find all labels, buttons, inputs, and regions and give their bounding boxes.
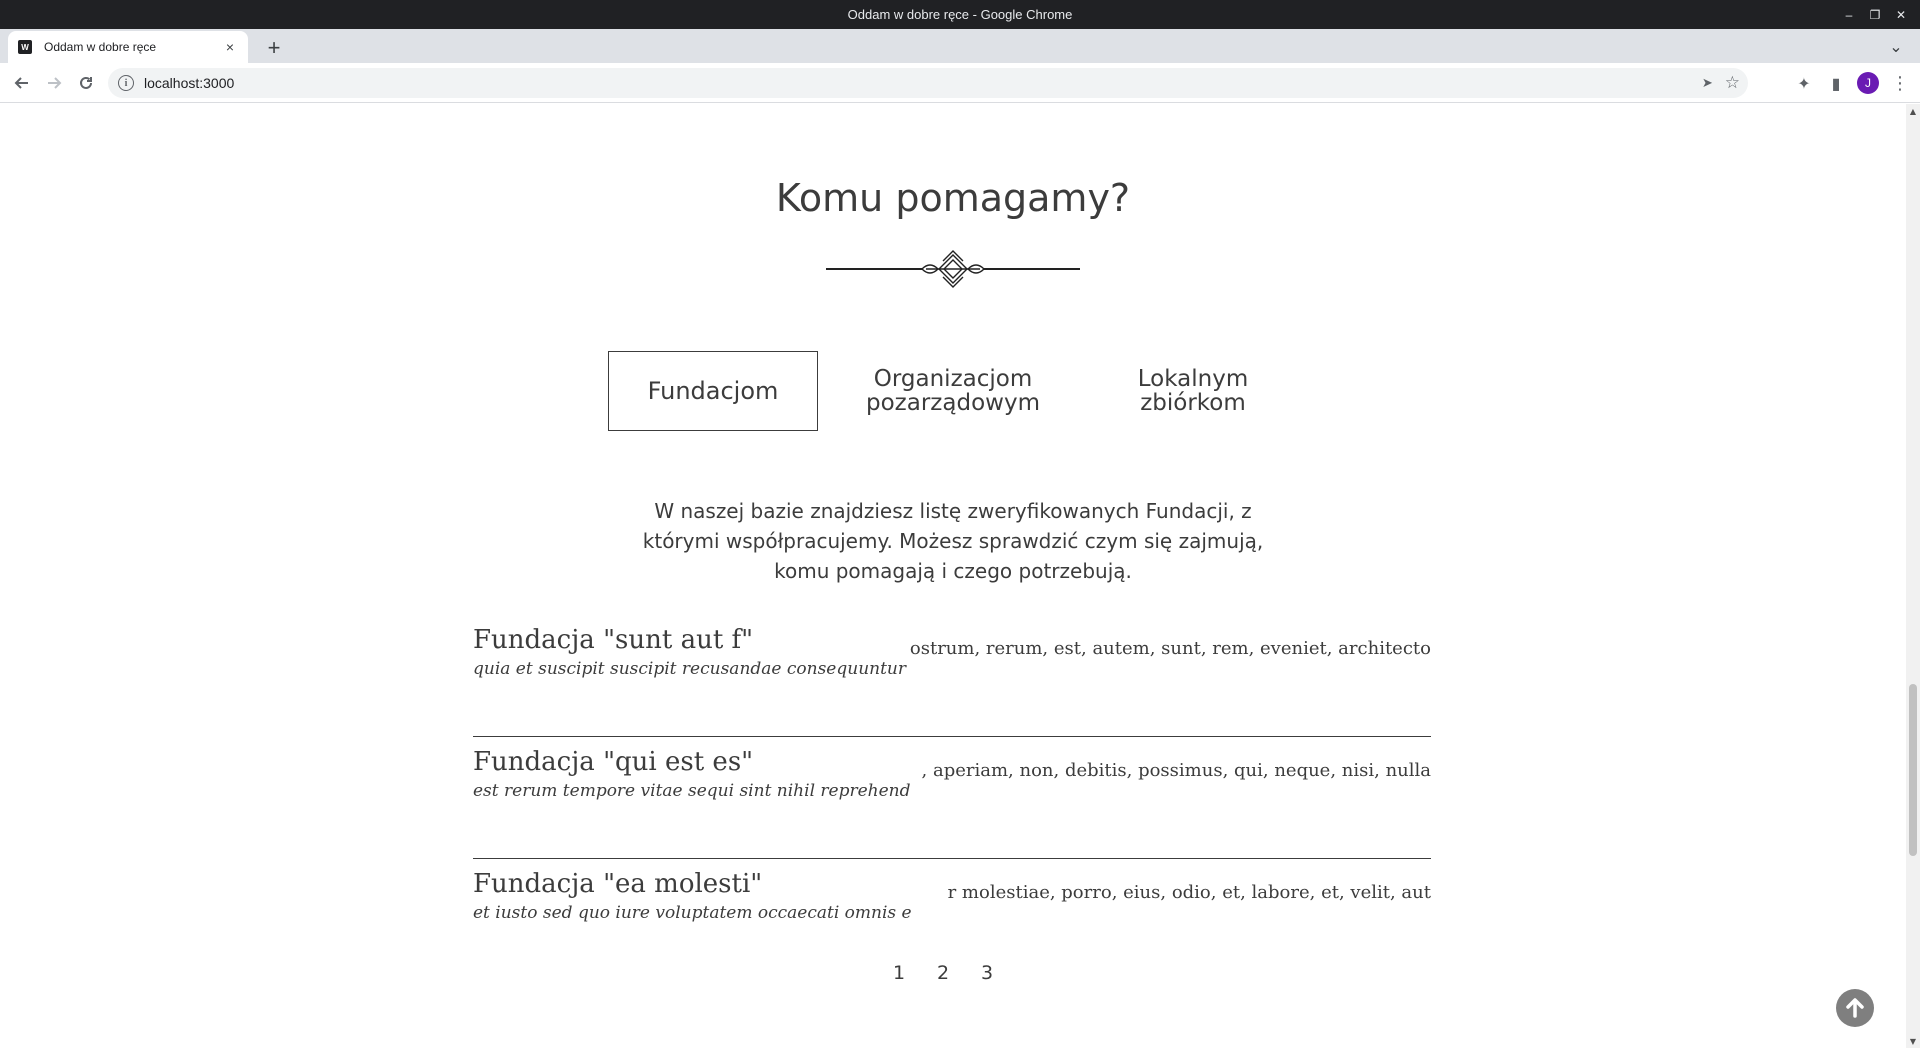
arrow-up-icon [1846,998,1864,1018]
organization-needs: , aperiam, non, debitis, possimus, qui, … [921,760,1431,781]
organization-mission: et iusto sed quo iure voluptatem occaeca… [473,903,912,923]
omnibox-actions: ➤ ☆ [1702,73,1740,93]
tab-close-icon[interactable]: × [222,39,238,55]
bookmark-star-icon[interactable]: ☆ [1725,73,1740,93]
side-panel-icon[interactable]: ▮ [1824,67,1848,99]
pagination: 1 2 3 [890,962,996,984]
organization-mission: est rerum tempore vitae sequi sint nihil… [473,781,911,801]
organization-mission: quia et suscipit suscipit recusandae con… [473,659,906,679]
window-title: Oddam w dobre ręce - Google Chrome [847,7,1073,22]
category-tabs: Fundacjom Organizacjom pozarządowym Loka… [608,351,1328,431]
organization-needs: ostrum, rerum, est, autem, sunt, rem, ev… [909,638,1431,659]
reload-button[interactable] [70,67,102,99]
tab-fundacjom[interactable]: Fundacjom [608,351,818,431]
new-tab-button[interactable]: + [260,34,288,62]
scrollbar-thumb[interactable] [1909,684,1917,856]
list-item: Fundacja "sunt aut f" quia et suscipit s… [473,615,1431,737]
organization-needs: r molestiae, porro, eius, odio, et, labo… [947,882,1431,903]
window-titlebar: Oddam w dobre ręce - Google Chrome – ❐ ✕ [0,0,1920,29]
address-text[interactable]: localhost:3000 [144,75,234,91]
restore-button[interactable]: ❐ [1862,0,1888,29]
tab-lokalnym-zbiorkom[interactable]: Lokalnym zbiórkom [1088,351,1298,431]
browser-toolbar: i localhost:3000 ➤ ☆ ✦ ▮ J ⋮ [0,63,1920,103]
toolbar-actions: ✦ ▮ J ⋮ [1792,67,1912,99]
organization-name: Fundacja "sunt aut f" [473,625,754,655]
close-window-button[interactable]: ✕ [1888,0,1914,29]
page-scrollbar[interactable]: ▲ ▼ [1906,104,1920,1048]
scroll-to-top-button[interactable] [1836,989,1874,1027]
send-to-devices-icon[interactable]: ➤ [1702,75,1713,91]
page-link-2[interactable]: 2 [934,962,952,984]
list-item: Fundacja "qui est es" est rerum tempore … [473,737,1431,859]
section-title: Komu pomagamy? [775,176,1131,220]
forward-button[interactable] [38,67,70,99]
organization-name: Fundacja "qui est es" [473,747,754,777]
favicon-icon: W [18,40,32,54]
back-arrow-icon [14,76,28,89]
profile-button[interactable]: J [1856,67,1880,99]
page-link-3[interactable]: 3 [978,962,996,984]
tab-strip: W Oddam w dobre ręce × + ⌄ [0,29,1920,63]
organization-list: Fundacja "sunt aut f" quia et suscipit s… [473,615,1431,981]
scroll-down-arrow-icon[interactable]: ▼ [1906,1034,1920,1048]
window-controls: – ❐ ✕ [1836,0,1914,29]
back-button[interactable] [6,67,38,99]
address-bar[interactable]: i localhost:3000 ➤ ☆ [108,68,1748,98]
scroll-up-arrow-icon[interactable]: ▲ [1906,104,1920,118]
page-link-1[interactable]: 1 [890,962,908,984]
extensions-icon[interactable]: ✦ [1792,67,1816,99]
avatar: J [1857,72,1879,94]
tab-search-button[interactable]: ⌄ [1886,36,1906,56]
browser-tab[interactable]: W Oddam w dobre ręce × [8,31,248,63]
reload-icon [80,76,92,89]
minimize-button[interactable]: – [1836,0,1862,29]
site-info-icon[interactable]: i [118,75,134,91]
tab-title: Oddam w dobre ręce [44,40,157,54]
page-viewport: Komu pomagamy? Fundacjom Organizacjom po… [0,104,1920,1048]
organization-name: Fundacja "ea molesti" [473,869,763,899]
chrome-menu-icon[interactable]: ⋮ [1888,67,1912,99]
forward-arrow-icon [48,76,62,89]
category-description: W naszej bazie znajdziesz listę zweryfik… [642,499,1264,583]
decoration-ornament-icon [826,250,1080,288]
tab-organizacjom-pozarzadowym[interactable]: Organizacjom pozarządowym [848,351,1058,431]
